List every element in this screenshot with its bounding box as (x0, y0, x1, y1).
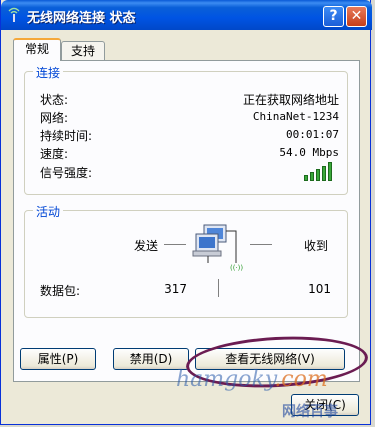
close-window-button[interactable]: ✕ (346, 6, 367, 27)
watermark-suffix: .com (274, 367, 328, 392)
speed-label: 速度: (40, 147, 69, 161)
packets-label: 数据包: (40, 284, 81, 298)
window-title: 无线网络连接 状态 (27, 11, 136, 26)
signal-bar (316, 169, 320, 181)
watermark-text: hamgoky (176, 367, 275, 392)
watermark-subtext: 网络百事 (282, 404, 338, 420)
signal-bar (328, 162, 332, 181)
signal-strength-icon (304, 161, 332, 181)
svg-text:((·)): ((·)) (230, 264, 243, 271)
packets-sent-value: 317 (164, 282, 187, 296)
signal-bar (310, 172, 314, 181)
wireless-network-icon (8, 7, 20, 22)
properties-button[interactable]: 属性(P) (20, 348, 96, 370)
speed-value: 54.0 Mbps (279, 146, 339, 159)
tab-panel: 连接 状态: 正在获取网络地址 网络: ChinaNet-1234 持续时间: … (13, 60, 360, 382)
help-button[interactable]: ? (323, 6, 344, 27)
signal-strength-label: 信号强度: (40, 166, 93, 180)
duration-value: 00:01:07 (286, 128, 339, 141)
received-line (250, 244, 272, 245)
tab-support[interactable]: 支持 (61, 41, 105, 61)
connection-legend: 连接 (33, 64, 64, 81)
sent-line (164, 244, 186, 245)
received-label: 收到 (304, 239, 329, 253)
status-label: 状态: (40, 93, 69, 107)
activity-legend: 活动 (33, 203, 64, 220)
signal-bar (304, 175, 308, 181)
network-label: 网络: (40, 111, 69, 125)
duration-label: 持续时间: (40, 129, 93, 143)
signal-bar (322, 166, 326, 181)
status-value: 正在获取网络地址 (242, 93, 339, 107)
tab-general[interactable]: 常规 (13, 38, 61, 61)
network-value: ChinaNet-1234 (252, 110, 339, 123)
watermark-logo: hamgoky.com (176, 367, 328, 392)
title-bar[interactable]: 无线网络连接 状态 ? ✕ (1, 0, 372, 30)
network-computers-icon: ((·)) (192, 224, 243, 271)
packets-divider (218, 279, 219, 297)
sent-label: 发送 (134, 239, 159, 253)
packets-received-value: 101 (308, 282, 331, 296)
activity-group (24, 210, 348, 318)
